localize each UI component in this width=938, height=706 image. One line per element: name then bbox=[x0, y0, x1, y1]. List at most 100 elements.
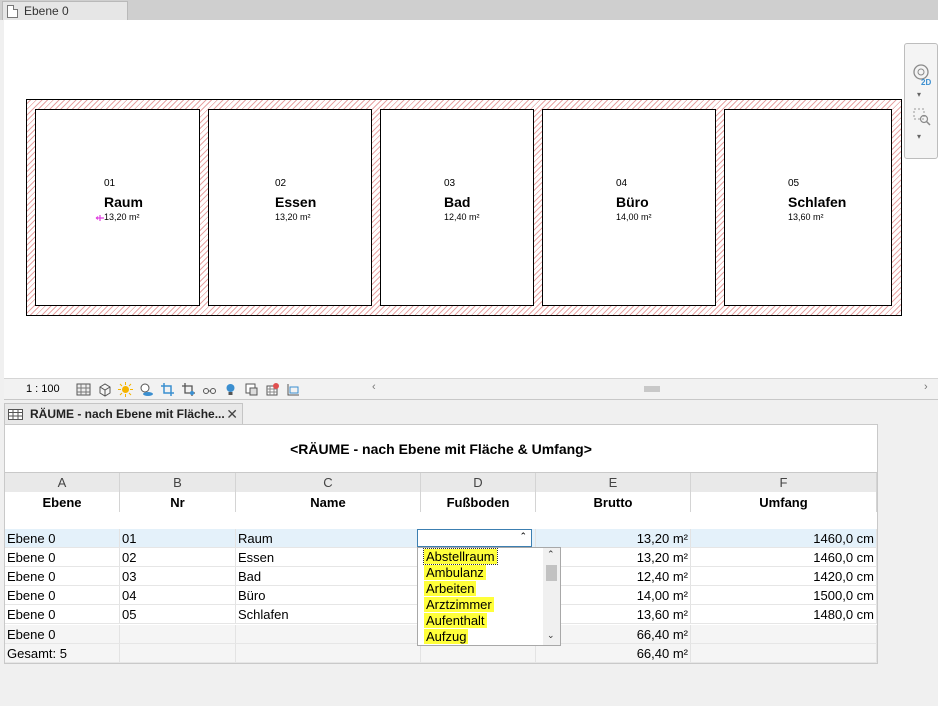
room-05[interactable]: 05 Schlafen 13,60 m² bbox=[724, 109, 892, 306]
dropdown-option[interactable]: Aufenthalt bbox=[424, 613, 487, 628]
room-number: 01 bbox=[104, 178, 116, 189]
view-tab-ebene-0[interactable]: Ebene 0 bbox=[2, 1, 128, 20]
cell-nr[interactable]: 02 bbox=[120, 548, 236, 567]
column-header[interactable]: Brutto bbox=[536, 492, 691, 512]
cell-name[interactable]: Schlafen bbox=[236, 605, 421, 624]
chevron-up-icon[interactable]: ⌃ bbox=[547, 549, 555, 560]
dropdown-list[interactable]: Abstellraum Ambulanz Arbeiten Arztzimmer… bbox=[417, 547, 561, 646]
room-area: 12,40 m² bbox=[444, 212, 480, 222]
column-header[interactable]: Ebene bbox=[5, 492, 120, 512]
glasses-icon[interactable] bbox=[202, 382, 217, 397]
room-04[interactable]: 04 Büro 14,00 m² bbox=[542, 109, 716, 306]
shadows-icon[interactable] bbox=[139, 382, 154, 397]
cell-umfang[interactable]: 1460,0 cm bbox=[691, 548, 877, 567]
cell-name[interactable]: Raum bbox=[236, 529, 421, 548]
column-header[interactable]: Nr bbox=[120, 492, 236, 512]
schedule-title: <RÄUME - nach Ebene mit Fläche & Umfang> bbox=[5, 425, 877, 473]
column-header[interactable]: Fußboden bbox=[421, 492, 536, 512]
cell-ebene[interactable]: Ebene 0 bbox=[5, 548, 120, 567]
cell-name[interactable]: Bad bbox=[236, 567, 421, 586]
chevron-down-icon[interactable]: ▾ bbox=[917, 90, 921, 99]
room-01[interactable]: 01 Raum 13,20 m² bbox=[35, 109, 200, 306]
column-letter[interactable]: B bbox=[120, 473, 236, 492]
plan-canvas[interactable]: 01 Raum 13,20 m² 02 Essen 13,20 m² 03 Ba… bbox=[4, 20, 938, 378]
scroll-left-icon[interactable]: ‹ bbox=[372, 381, 376, 393]
room-area: 14,00 m² bbox=[616, 212, 652, 222]
chevron-down-icon[interactable]: ⌄ bbox=[547, 630, 555, 641]
room-area: 13,20 m² bbox=[275, 212, 311, 222]
grand-total-label: Gesamt: 5 bbox=[5, 644, 120, 663]
cell-nr[interactable]: 03 bbox=[120, 567, 236, 586]
room-area: 13,60 m² bbox=[788, 212, 824, 222]
scroll-right-icon[interactable]: › bbox=[924, 381, 928, 393]
zoom-icon[interactable] bbox=[911, 106, 933, 128]
view-tab-bar: Ebene 0 bbox=[0, 0, 938, 20]
horizontal-scrollbar[interactable]: ‹ › bbox=[372, 381, 934, 396]
column-headers: Ebene Nr Name Fußboden Brutto Umfang bbox=[5, 492, 877, 512]
room-name: Schlafen bbox=[788, 194, 847, 210]
scroll-thumb[interactable] bbox=[644, 386, 660, 392]
column-letter[interactable]: F bbox=[691, 473, 877, 492]
lightbulb-icon[interactable] bbox=[223, 382, 238, 397]
dropdown-option[interactable]: Abstellraum bbox=[423, 548, 498, 565]
chevron-down-icon[interactable]: ▾ bbox=[917, 132, 921, 141]
scale-label[interactable]: 1 : 100 bbox=[4, 383, 60, 395]
temporary-hide-icon[interactable] bbox=[244, 382, 259, 397]
scroll-thumb[interactable] bbox=[546, 565, 557, 581]
table-icon bbox=[8, 408, 23, 420]
dropdown-option[interactable]: Aufzug bbox=[424, 629, 469, 644]
cell-nr[interactable]: 05 bbox=[120, 605, 236, 624]
cell-ebene[interactable]: Ebene 0 bbox=[5, 567, 120, 586]
dropdown-option[interactable]: Arztzimmer bbox=[424, 597, 494, 612]
column-letter[interactable]: D bbox=[421, 473, 536, 492]
column-letter[interactable]: E bbox=[536, 473, 691, 492]
dropdown-option[interactable]: Arbeiten bbox=[424, 581, 477, 596]
room-number: 02 bbox=[275, 178, 287, 189]
column-letter[interactable]: A bbox=[5, 473, 120, 492]
dropdown-scrollbar[interactable]: ⌃ ⌄ bbox=[543, 548, 560, 645]
detail-level-icon[interactable] bbox=[76, 382, 91, 397]
visual-style-icon[interactable] bbox=[97, 382, 112, 397]
document-icon bbox=[7, 4, 18, 18]
cell-umfang[interactable]: 1480,0 cm bbox=[691, 605, 877, 624]
room-name: Essen bbox=[275, 194, 317, 210]
reveal-hidden-icon[interactable] bbox=[265, 382, 280, 397]
dropdown-option[interactable]: Ambulanz bbox=[424, 565, 486, 580]
room-name: Büro bbox=[616, 194, 649, 210]
room-name: Raum bbox=[104, 194, 143, 210]
cell-ebene[interactable]: Ebene 0 bbox=[5, 586, 120, 605]
cell-brutto[interactable]: 13,20 m² bbox=[536, 529, 691, 548]
chevron-up-icon[interactable]: ⌃ bbox=[519, 531, 527, 542]
schedule-tab-label: RÄUME - nach Ebene mit Fläche... bbox=[30, 407, 225, 421]
room-number: 03 bbox=[444, 178, 456, 189]
cell-umfang[interactable]: 1500,0 cm bbox=[691, 586, 877, 605]
grand-total-row[interactable]: Gesamt: 5 66,40 m² bbox=[5, 644, 877, 663]
close-icon[interactable]: ✕ bbox=[226, 406, 238, 423]
move-cursor-icon bbox=[95, 215, 104, 221]
nav-mode-label: 2D bbox=[921, 78, 932, 87]
analysis-icon[interactable] bbox=[286, 382, 301, 397]
sun-path-icon[interactable] bbox=[118, 381, 133, 397]
cell-ebene[interactable]: Ebene 0 bbox=[5, 529, 120, 548]
crop-view-icon[interactable] bbox=[160, 382, 175, 397]
room-02[interactable]: 02 Essen 13,20 m² bbox=[208, 109, 372, 306]
crop-region-icon[interactable] bbox=[181, 382, 196, 397]
column-header[interactable]: Umfang bbox=[691, 492, 877, 512]
column-letter[interactable]: C bbox=[236, 473, 421, 492]
room-03[interactable]: 03 Bad 12,40 m² bbox=[380, 109, 534, 306]
column-header[interactable]: Name bbox=[236, 492, 421, 512]
room-number: 05 bbox=[788, 178, 800, 189]
cell-umfang[interactable]: 1460,0 cm bbox=[691, 529, 877, 548]
room-name: Bad bbox=[444, 194, 471, 210]
cell-umfang[interactable]: 1420,0 cm bbox=[691, 567, 877, 586]
fussboden-dropdown[interactable]: ⌃ bbox=[417, 529, 532, 547]
cell-ebene[interactable]: Ebene 0 bbox=[5, 605, 120, 624]
cell-nr[interactable]: 04 bbox=[120, 586, 236, 605]
schedule-tab[interactable]: RÄUME - nach Ebene mit Fläche... ✕ bbox=[4, 403, 243, 424]
navigation-bar: 2D ▾ ▾ bbox=[904, 43, 938, 159]
cell-name[interactable]: Büro bbox=[236, 586, 421, 605]
room-number: 04 bbox=[616, 178, 628, 189]
cell-name[interactable]: Essen bbox=[236, 548, 421, 567]
room-area: 13,20 m² bbox=[104, 212, 140, 222]
cell-nr[interactable]: 01 bbox=[120, 529, 236, 548]
